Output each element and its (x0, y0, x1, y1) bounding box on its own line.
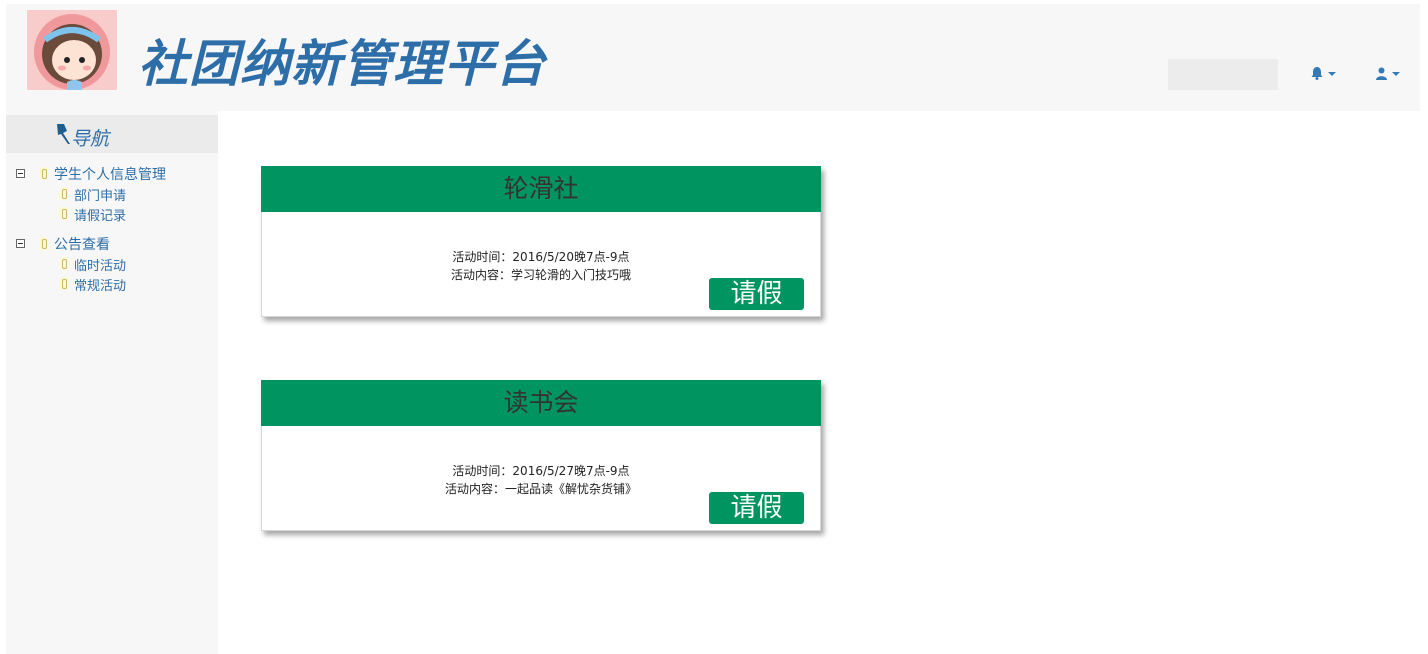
user-dropdown[interactable] (1375, 62, 1400, 86)
notifications-dropdown[interactable] (1310, 62, 1336, 86)
avatar-logo (27, 10, 117, 90)
nav-header: 导航 (6, 115, 218, 153)
sidebar: 导航 学生个人信息管理 部门申请 请假记录 公告查看 临时活动 常规活动 (6, 111, 218, 654)
chevron-down-icon (1392, 72, 1400, 76)
sidebar-item-regular-activities[interactable]: 常规活动 (74, 275, 126, 294)
paperclip-icon (40, 167, 48, 180)
tree-group-student-info: 学生个人信息管理 部门申请 请假记录 (14, 163, 214, 228)
paperclip-icon (60, 257, 68, 270)
chevron-down-icon (1328, 72, 1336, 76)
sidebar-item-department-apply[interactable]: 部门申请 (74, 185, 126, 204)
nav-title: 导航 (71, 128, 110, 150)
user-icon (1375, 65, 1388, 84)
activity-card: 读书会 活动时间：2016/5/27晚7点-9点 活动内容：一起品读《解忧杂货铺… (261, 380, 821, 531)
sidebar-group-student-info[interactable]: 学生个人信息管理 (54, 164, 166, 184)
header-search-input[interactable] (1168, 59, 1278, 90)
sidebar-item-leave-records[interactable]: 请假记录 (74, 205, 126, 224)
top-header: 社团纳新管理平台 (6, 4, 1420, 111)
pin-icon (54, 123, 72, 149)
bell-icon (1310, 65, 1324, 84)
activity-time: 活动时间：2016/5/20晚7点-9点 (452, 250, 630, 264)
card-title: 轮滑社 (261, 166, 821, 212)
paperclip-icon (40, 237, 48, 250)
paperclip-icon (60, 277, 68, 290)
app-title: 社团纳新管理平台 (138, 35, 546, 93)
activity-card: 轮滑社 活动时间：2016/5/20晚7点-9点 活动内容：学习轮滑的入门技巧哦… (261, 166, 821, 317)
activity-time: 活动时间：2016/5/27晚7点-9点 (452, 464, 630, 478)
leave-button[interactable]: 请假 (709, 492, 804, 524)
paperclip-icon (60, 187, 68, 200)
sidebar-group-announcements[interactable]: 公告查看 (54, 234, 110, 254)
leave-button[interactable]: 请假 (709, 278, 804, 310)
collapse-toggle[interactable] (16, 169, 25, 178)
tree-group-announcements: 公告查看 临时活动 常规活动 (14, 233, 214, 298)
sidebar-item-temporary-activities[interactable]: 临时活动 (74, 255, 126, 274)
paperclip-icon (60, 207, 68, 220)
card-title: 读书会 (261, 380, 821, 426)
collapse-toggle[interactable] (16, 239, 25, 248)
